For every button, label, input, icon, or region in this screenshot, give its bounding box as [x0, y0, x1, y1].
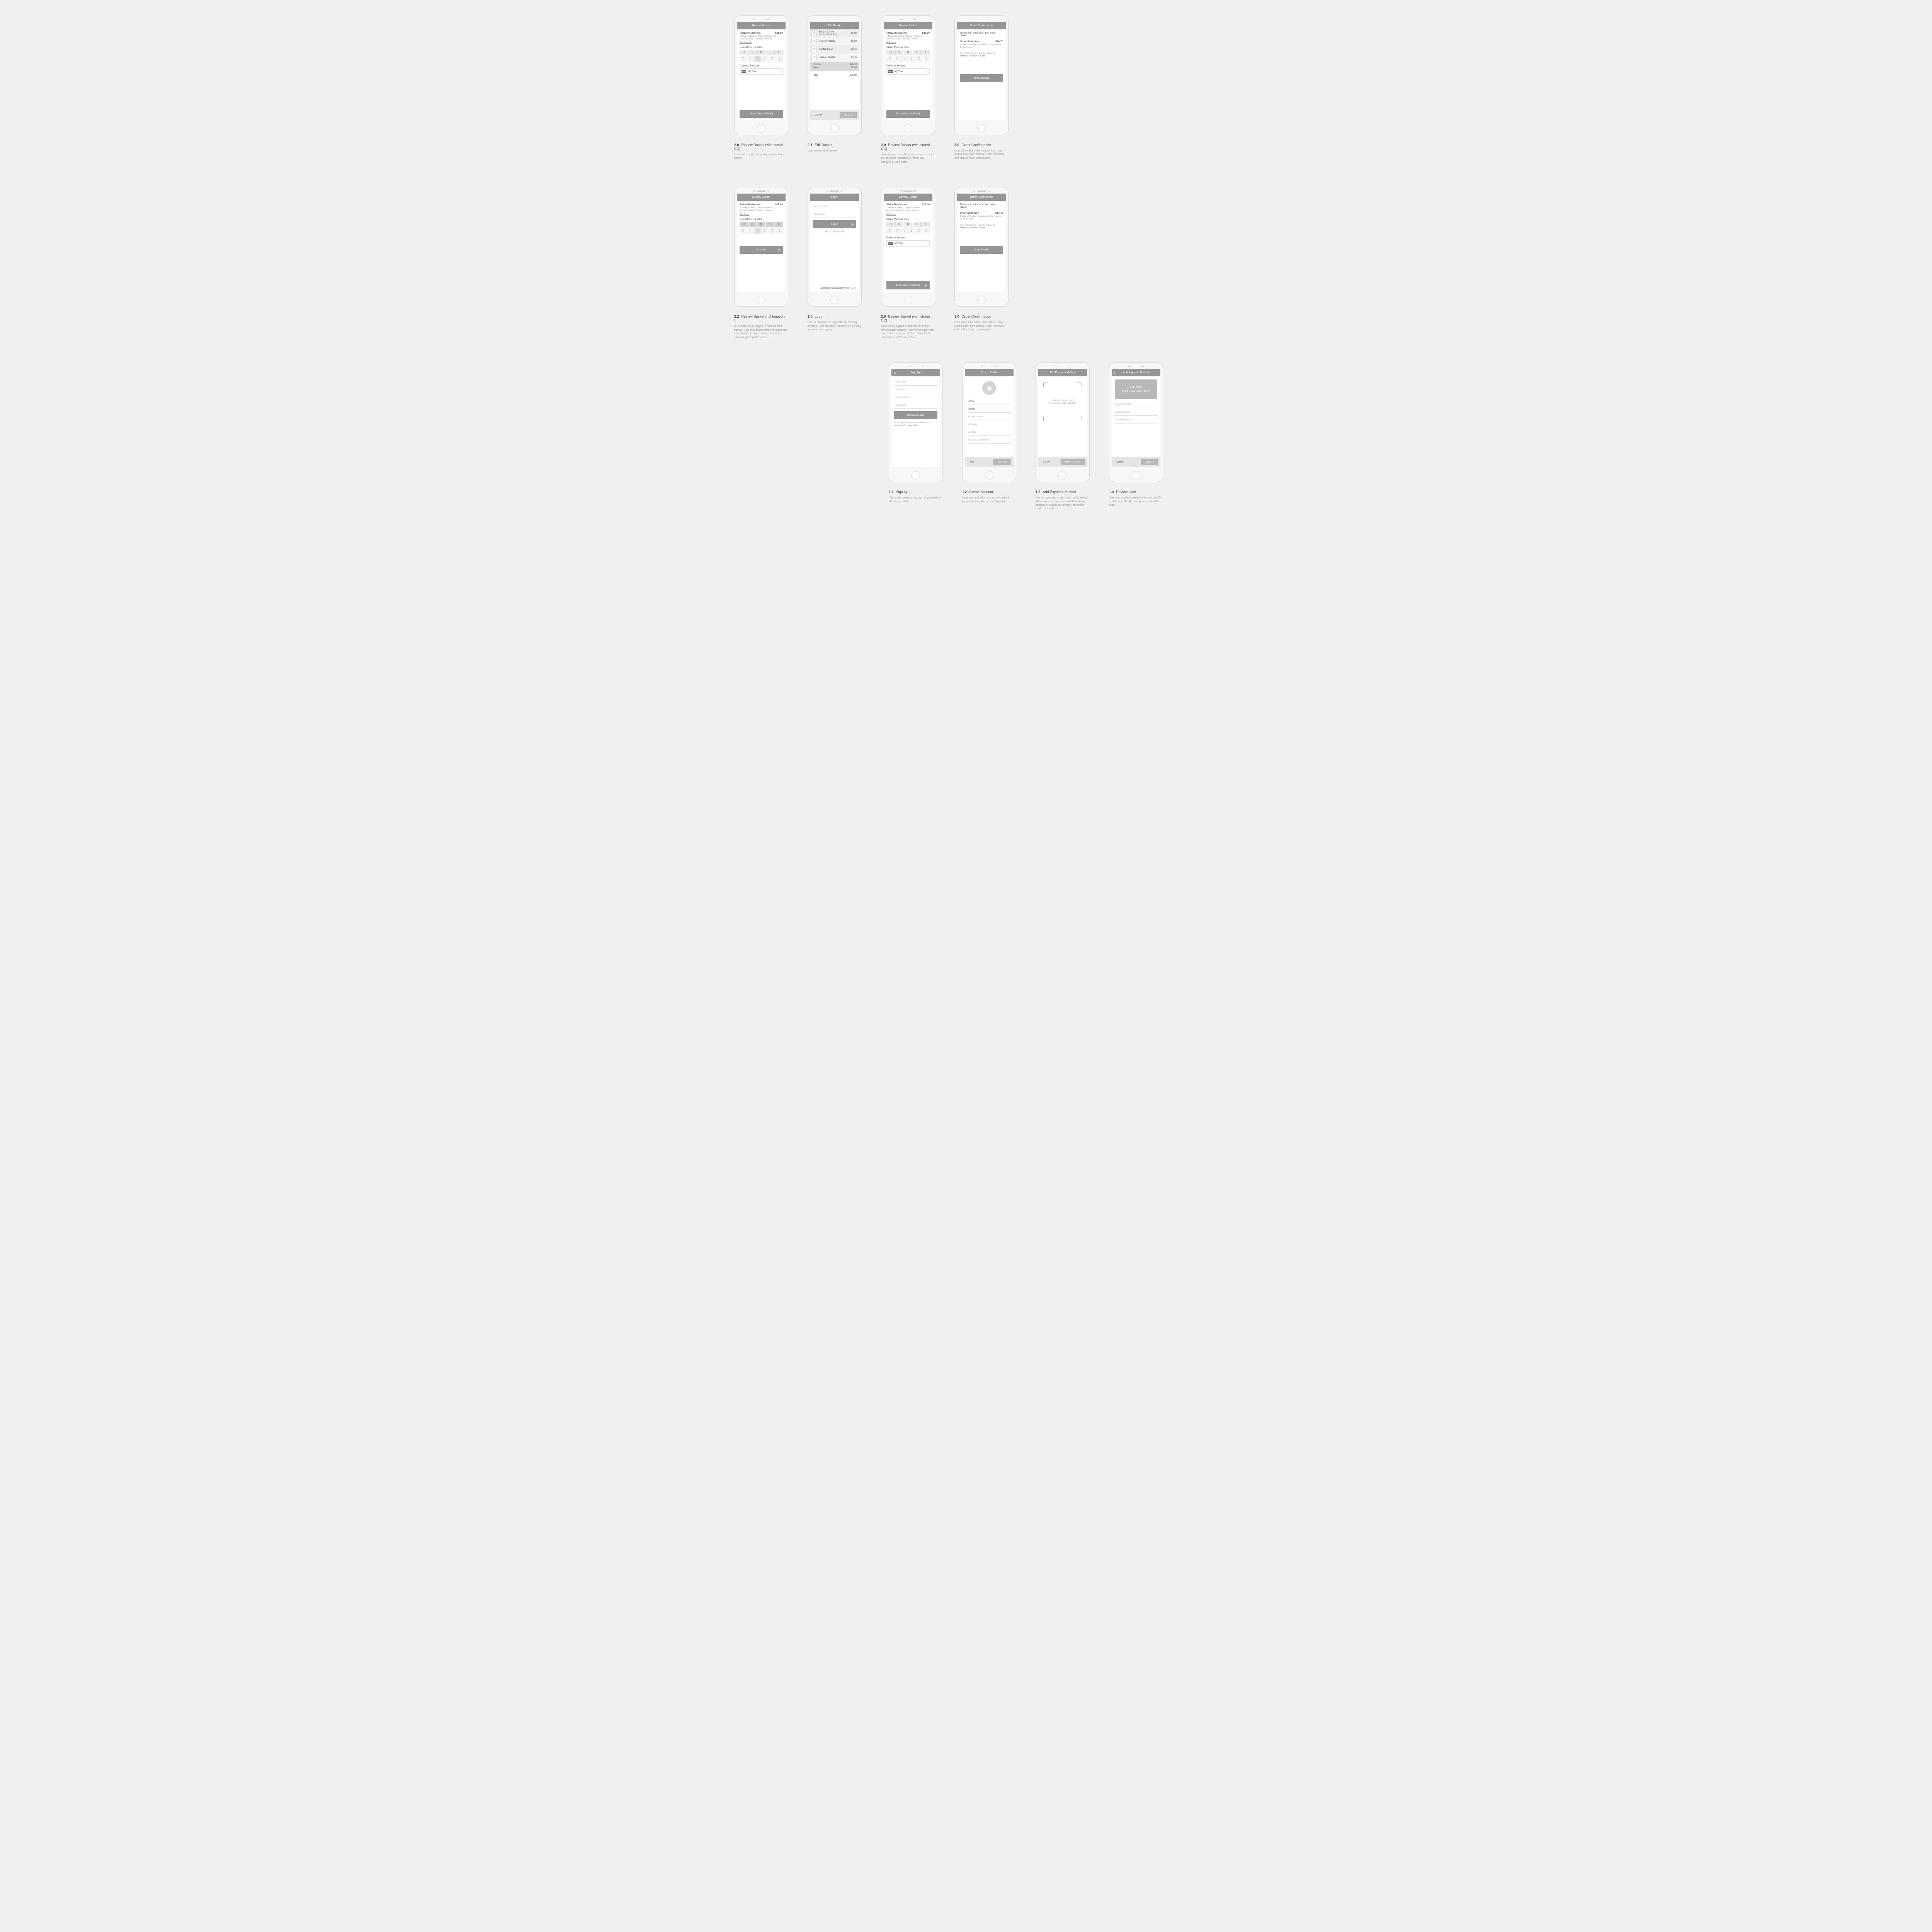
page-title: Review Basket: [737, 22, 786, 29]
screen-1.4-review-card: ‹Add Payment Method John Smith 1234 5669…: [1109, 362, 1163, 507]
screen-1.2-create-profile: Create Profile ◉ John Smith phone number…: [962, 362, 1016, 503]
email-field[interactable]: email address: [894, 394, 937, 401]
lastname-field[interactable]: last name: [894, 386, 937, 393]
screen-1.3-add-payment-scan: ‹Add Payment Method Hold credit card her…: [1036, 362, 1090, 511]
edit-order-link[interactable]: Edit Order: [740, 213, 749, 216]
screen-3.0-confirmation-2: Order Confirmation Thank you! Your order…: [954, 187, 1009, 332]
expiration-field[interactable]: Expiration Date: [1114, 401, 1158, 408]
page-title: Review Basket: [737, 194, 786, 201]
time-picker[interactable]: 10 11 12 1 2: [886, 222, 930, 227]
done-button[interactable]: Done ⊕: [1141, 459, 1158, 465]
payment-label: Payment Method: [740, 65, 783, 67]
cancel-button[interactable]: Cancel: [1114, 459, 1126, 465]
back-icon[interactable]: ‹: [1041, 371, 1042, 374]
credit-card-icon: [888, 70, 893, 73]
edit-order-link[interactable]: Edit Order ⊕: [740, 41, 752, 44]
page-title: Review Basket: [884, 194, 932, 201]
back-icon[interactable]: ⊕: [894, 371, 896, 374]
page-title: ‹Add Payment Method: [1038, 369, 1087, 376]
order-details-button[interactable]: Order Details: [960, 246, 1003, 254]
items-summary: 1 Burger Combo, 1 Original Poutine, 2 Ga…: [740, 35, 783, 41]
page-title: Order Confirmation: [957, 194, 1006, 201]
login-button[interactable]: Log in⊕: [813, 220, 856, 228]
card-preview: John Smith 1234 5669 1231 2342: [1115, 379, 1157, 399]
payment-method-selector[interactable]: My Visa ›: [886, 68, 930, 75]
restaurant-name: Africa Restaurant: [740, 32, 760, 34]
credit-card-icon: [742, 70, 746, 73]
back-icon[interactable]: ‹: [813, 24, 814, 27]
qty-input[interactable]: 1: [811, 31, 817, 36]
edit-order-link[interactable]: Edit Order: [886, 213, 896, 216]
payment-method-selector[interactable]: My Visa ›: [740, 68, 783, 75]
edit-order-link[interactable]: Edit Order: [886, 41, 896, 44]
place-order-button[interactable]: Place Order ($29.80)⊕: [886, 281, 930, 289]
screen-2.0-review-loggedin: Review Basket Africa Restaurant$29.80 1 …: [881, 187, 935, 339]
ccv-field[interactable]: CCV Number: [1114, 409, 1158, 416]
chevron-right-icon: ›: [780, 70, 781, 73]
page-title: Order Confirmation: [957, 22, 1006, 29]
qty-input[interactable]: 2: [811, 55, 817, 60]
card-scan-viewport: Hold credit card here. It will scan auto…: [1043, 383, 1082, 421]
page-title: Review Basket: [884, 22, 932, 29]
page-title: Log in: [810, 194, 859, 201]
credit-card-icon: [888, 242, 893, 245]
gender-field[interactable]: gender: [968, 429, 1011, 436]
qty-input[interactable]: 2: [811, 47, 817, 52]
time-picker[interactable]: 10 11 12 1 2: [740, 50, 783, 55]
cancel-button[interactable]: Cancel: [813, 112, 825, 118]
screen-3.0-confirmation: Order Confirmation Thank you! Your order…: [954, 15, 1009, 160]
qty-input[interactable]: 1: [811, 39, 817, 44]
page-title: ‹Add Payment Method: [1112, 369, 1160, 376]
create-account-button[interactable]: Create Account: [894, 411, 937, 419]
dietary-field[interactable]: dietary preferences›: [968, 437, 1011, 444]
done-button[interactable]: Done ▢: [840, 112, 857, 118]
pickup-label: Select Pick Up Time: [740, 46, 783, 49]
time-picker[interactable]: 10 11 12 1 2: [740, 222, 783, 227]
page-title: ⊕Sign Up: [891, 369, 940, 376]
password-field[interactable]: password: [813, 211, 856, 218]
nickname-field[interactable]: Card Nickname: [1114, 417, 1158, 423]
skip-button[interactable]: Skip: [967, 459, 976, 465]
screen-2.0-review-basket: Review Basket Africa Restaurant $29.80 1 …: [734, 15, 788, 160]
screen-2.2-review-not-logged: Review Basket Africa Restaurant$29.80 1 …: [734, 187, 788, 339]
firstname-field[interactable]: first name: [894, 379, 937, 386]
back-icon[interactable]: ‹: [1114, 371, 1115, 374]
signup-link[interactable]: Don't have an account? Sign up ⊕: [810, 287, 859, 292]
camera-icon[interactable]: ◉: [982, 381, 996, 395]
screen-1.1-signup: ⊕Sign Up first name last name email addr…: [889, 362, 943, 503]
email-field[interactable]: email address: [813, 203, 856, 210]
page-title: Create Profile: [965, 369, 1014, 376]
password-field[interactable]: password: [894, 402, 937, 409]
forgot-password-link[interactable]: Forgot Password?: [813, 231, 856, 233]
time-picker[interactable]: 10 11 12 1 2: [886, 50, 930, 55]
payment-method-selector[interactable]: My Visa ›: [886, 240, 930, 247]
continue-button[interactable]: Continue: [993, 459, 1011, 465]
order-total: $29.80: [775, 32, 783, 34]
enter-manually-button[interactable]: Enter manually: [1061, 459, 1085, 465]
screen-1.0-login: Log in email address password Log in⊕ Fo…: [808, 187, 862, 332]
birthday-field[interactable]: birthday: [968, 421, 1011, 428]
screen-2.1-edit-basket: ‹Edit Basket 1Burger ComboCaesar Salad &…: [808, 15, 862, 153]
cancel-button[interactable]: Cancel: [1041, 459, 1053, 465]
firstname-field[interactable]: John: [968, 398, 1011, 405]
order-details-button[interactable]: Order Details: [960, 74, 1003, 82]
page-title: ‹Edit Basket: [810, 22, 859, 29]
continue-button[interactable]: Continue⊕: [740, 246, 783, 254]
phone-field[interactable]: phone number: [968, 413, 1011, 420]
screen-2.0-review-basket-updated: Review Basket Africa Restaurant$29.80 1 …: [881, 15, 935, 164]
place-order-button[interactable]: Place Order ($29.80): [886, 110, 930, 118]
lastname-field[interactable]: Smith: [968, 406, 1011, 413]
place-order-button[interactable]: Place Order ($29.80): [740, 110, 783, 118]
